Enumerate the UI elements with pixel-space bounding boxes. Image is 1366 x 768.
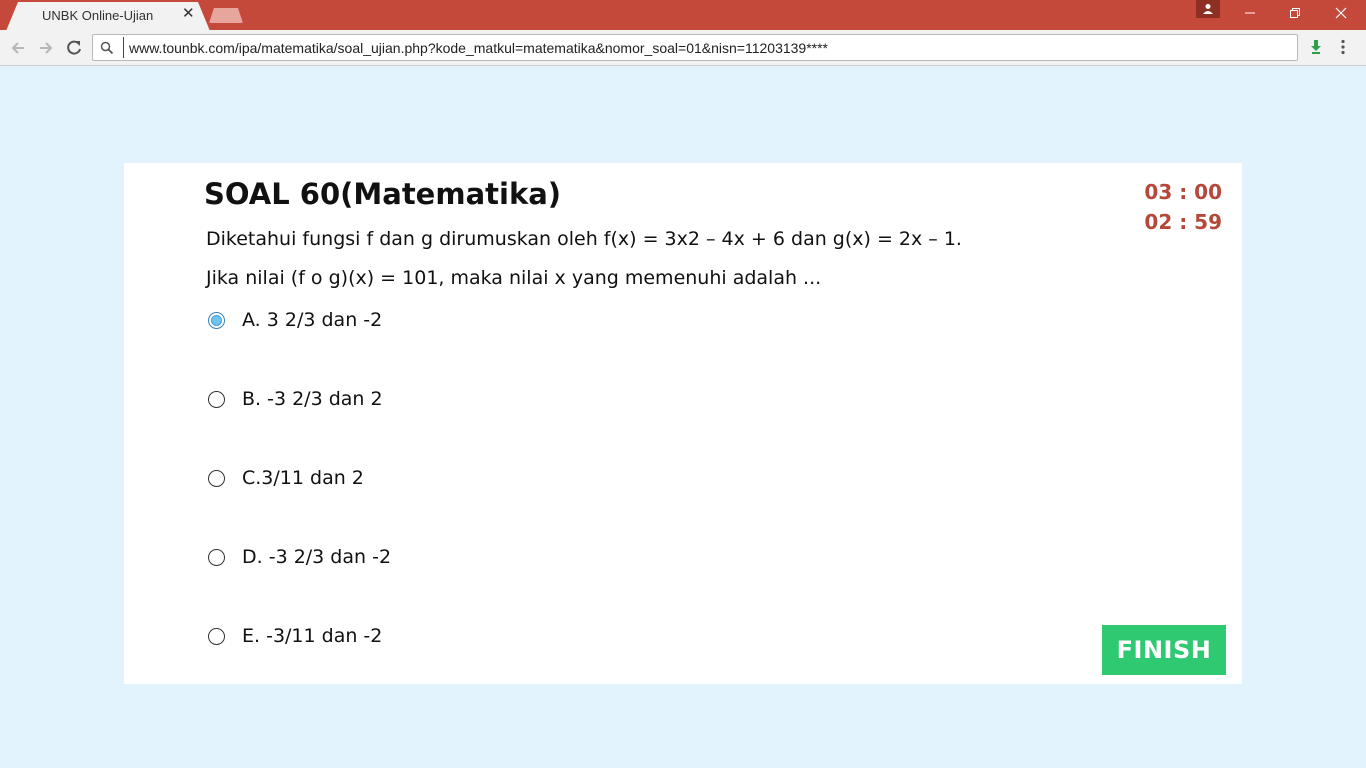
browser-toolbar [0,30,1366,66]
arrow-left-icon [11,42,24,54]
tab-title: UNBK Online-Ujian [42,8,154,23]
option-d[interactable]: D. -3 2/3 dan -2 [208,545,391,569]
browser-titlebar: UNBK Online-Ujian ✕ [0,0,1366,31]
profile-button[interactable] [1196,0,1220,18]
reload-button[interactable] [64,38,84,58]
download-icon[interactable] [1309,39,1323,55]
reload-icon [67,40,81,55]
option-e-radio[interactable] [208,627,225,645]
close-window-button[interactable] [1318,0,1364,26]
forward-button[interactable] [36,38,56,58]
timer-total: 03 : 00 [1144,180,1222,204]
arrow-right-icon [40,42,53,54]
more-vert-icon[interactable] [1340,39,1346,55]
option-d-radio[interactable] [208,548,225,566]
option-c-radio[interactable] [208,469,225,487]
minimize-button[interactable] [1227,0,1273,26]
back-button[interactable] [8,38,28,58]
tab-close-icon[interactable]: ✕ [182,5,195,23]
option-c-label: C.3/11 dan 2 [242,467,364,489]
restore-icon [1290,8,1300,18]
question-text-line-2: Jika nilai (f o g)(x) = 101, maka nilai … [206,267,822,289]
minimize-icon [1245,12,1255,14]
option-b-label: B. -3 2/3 dan 2 [242,388,383,410]
finish-button[interactable]: FINISH [1102,625,1226,675]
question-title: SOAL 60(Matematika) [204,177,562,211]
address-bar[interactable] [92,34,1298,61]
option-e[interactable]: E. -3/11 dan -2 [208,624,382,648]
question-text-line-1: Diketahui fungsi f dan g dirumuskan oleh… [206,228,962,250]
option-b[interactable]: B. -3 2/3 dan 2 [208,387,383,411]
option-a-radio[interactable] [208,311,225,329]
option-a[interactable]: A. 3 2/3 dan -2 [208,308,382,332]
user-icon [1203,4,1213,14]
timer: 03 : 00 02 : 59 [1144,177,1222,237]
option-d-label: D. -3 2/3 dan -2 [242,546,392,568]
restore-button[interactable] [1272,0,1318,26]
option-e-label: E. -3/11 dan -2 [242,625,383,647]
question-card: SOAL 60(Matematika) 03 : 00 02 : 59 Dike… [124,163,1242,684]
url-input[interactable] [123,37,1283,58]
timer-remaining: 02 : 59 [1144,210,1222,234]
close-icon [1335,7,1347,19]
search-icon [100,41,114,55]
option-a-label: A. 3 2/3 dan -2 [242,309,383,331]
new-tab-button[interactable] [209,8,243,23]
option-c[interactable]: C.3/11 dan 2 [208,466,364,490]
option-b-radio[interactable] [208,390,225,408]
